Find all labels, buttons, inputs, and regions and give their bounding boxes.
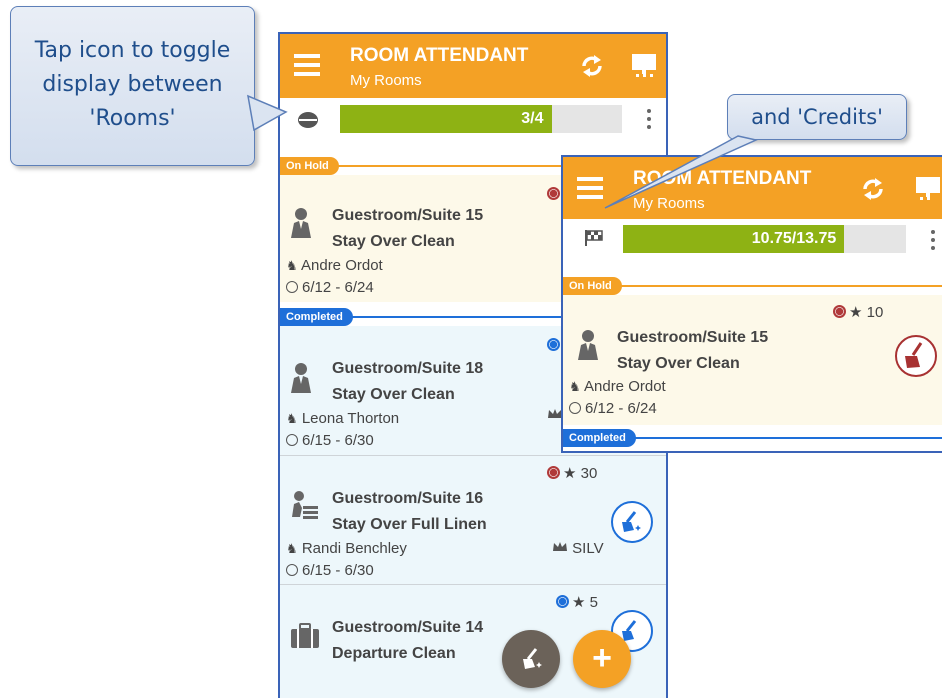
dates-label: 6/15 - 6/30: [302, 562, 374, 579]
progress-bar: 10.75/13.75: [623, 225, 906, 253]
app-subtitle: My Rooms: [633, 195, 705, 212]
callout-credits: and 'Credits': [727, 94, 907, 140]
app-header: ROOM ATTENDANT My Rooms: [563, 157, 942, 219]
clean-type: Stay Over Clean: [617, 355, 740, 372]
priority-dot: [547, 338, 560, 351]
menu-icon[interactable]: [294, 54, 320, 76]
guests-icon: ♞: [569, 379, 581, 394]
callout-line: 'Rooms': [89, 106, 176, 131]
dates-label: 6/12 - 6/24: [585, 400, 657, 417]
start-clean-button[interactable]: [895, 335, 937, 377]
guest-label: Andre Ordot: [584, 378, 666, 395]
add-fab-button[interactable]: +: [573, 630, 631, 688]
status-badge-on-hold: On Hold: [280, 157, 339, 175]
app-title: ROOM ATTENDANT: [633, 168, 812, 189]
guests-icon: ♞: [286, 258, 298, 273]
room-card[interactable]: ★ 10 Guestroom/Suite 15 Stay Over Clean …: [563, 295, 942, 425]
vip-label: SILV: [572, 540, 604, 557]
callout-rooms-toggle: Tap icon to toggle display between 'Room…: [10, 6, 255, 166]
guest-label: Leona Thorton: [301, 410, 400, 427]
guest-label: Randi Benchley: [301, 540, 407, 557]
room-title: Guestroom/Suite 15: [332, 207, 484, 224]
start-clean-button[interactable]: [611, 501, 653, 543]
rooms-toggle-icon[interactable]: [297, 111, 319, 129]
stay-dates: 6/12 - 6/24: [286, 279, 374, 296]
vip-status: SILV: [552, 540, 604, 557]
progress-text: 3/4: [521, 110, 544, 127]
points-label: 10: [866, 304, 884, 321]
progress-text: 10.75/13.75: [751, 230, 837, 247]
guest-name: ♞ Andre Ordot: [286, 257, 383, 274]
menu-icon[interactable]: [577, 177, 603, 199]
progress-row: 10.75/13.75: [563, 219, 942, 263]
progress-bar: 3/4: [340, 105, 622, 133]
status-badge-on-hold: On Hold: [563, 277, 622, 295]
callout-text: and 'Credits': [751, 105, 883, 129]
room-title: Guestroom/Suite 14: [332, 619, 484, 636]
broom-icon: [905, 342, 923, 368]
clean-type: Stay Over Clean: [332, 233, 455, 250]
broom-sparkle-icon: [622, 511, 641, 532]
broom-sparkle-icon: [523, 648, 542, 669]
dates-label: 6/12 - 6/24: [302, 279, 374, 296]
priority-dot: [547, 466, 560, 479]
progress-row: 3/4: [280, 98, 666, 144]
callout-line: Tap icon to toggle: [34, 38, 231, 63]
more-options-icon[interactable]: [930, 230, 936, 252]
priority-points: ★ 5: [556, 593, 598, 611]
room-title: Guestroom/Suite 15: [617, 329, 769, 346]
priority-dot: [556, 595, 569, 608]
priority-points: ★ 30: [547, 464, 597, 482]
points-label: 5: [589, 594, 598, 611]
checkered-flag-icon[interactable]: [583, 229, 605, 247]
calendar-ring-icon: [569, 402, 581, 414]
room-card[interactable]: ★ 30 Guestroom/Suite 16 Stay Over Full L…: [280, 456, 666, 584]
clean-fab-button[interactable]: [502, 630, 560, 688]
attendant-icon: [578, 330, 598, 360]
guest-name: ♞ Andre Ordot: [569, 378, 666, 395]
app-title: ROOM ATTENDANT: [350, 45, 529, 66]
calendar-ring-icon: [286, 281, 298, 293]
clean-type: Stay Over Clean: [332, 386, 455, 403]
sync-icon[interactable]: [579, 53, 605, 79]
dates-label: 6/15 - 6/30: [302, 432, 374, 449]
attendant-icon: [291, 363, 311, 393]
more-options-icon[interactable]: [646, 109, 652, 131]
room-screen-icon[interactable]: [631, 52, 657, 80]
room-title: Guestroom/Suite 18: [332, 360, 484, 377]
stay-dates: 6/15 - 6/30: [286, 432, 374, 449]
guest-name: ♞ Leona Thorton: [286, 410, 399, 427]
sync-icon[interactable]: [860, 176, 886, 202]
crown-icon: [553, 542, 567, 551]
points-label: 30: [580, 465, 598, 482]
linen-icon: [292, 491, 318, 519]
priority-dot: [833, 305, 846, 318]
credits-screen: ROOM ATTENDANT My Rooms 10.75/13.75 On H…: [561, 155, 942, 453]
app-subtitle: My Rooms: [350, 72, 422, 89]
guest-label: Andre Ordot: [301, 257, 383, 274]
clean-type: Departure Clean: [332, 645, 456, 662]
status-badge-completed: Completed: [563, 429, 636, 447]
guests-icon: ♞: [286, 411, 298, 426]
priority-points: ★ 10: [833, 303, 883, 321]
stay-dates: 6/12 - 6/24: [569, 400, 657, 417]
calendar-ring-icon: [286, 434, 298, 446]
priority-dot: [547, 187, 560, 200]
guests-icon: ♞: [286, 541, 298, 556]
attendant-icon: [291, 208, 311, 238]
status-badge-completed: Completed: [280, 308, 353, 326]
callout-line: display between: [42, 72, 223, 97]
stay-dates: 6/15 - 6/30: [286, 562, 374, 579]
guest-name: ♞ Randi Benchley: [286, 540, 407, 557]
app-header: ROOM ATTENDANT My Rooms: [280, 34, 666, 98]
room-screen-icon[interactable]: [915, 175, 941, 203]
calendar-ring-icon: [286, 564, 298, 576]
luggage-icon: [291, 623, 319, 648]
clean-type: Stay Over Full Linen: [332, 516, 487, 533]
room-title: Guestroom/Suite 16: [332, 490, 484, 507]
